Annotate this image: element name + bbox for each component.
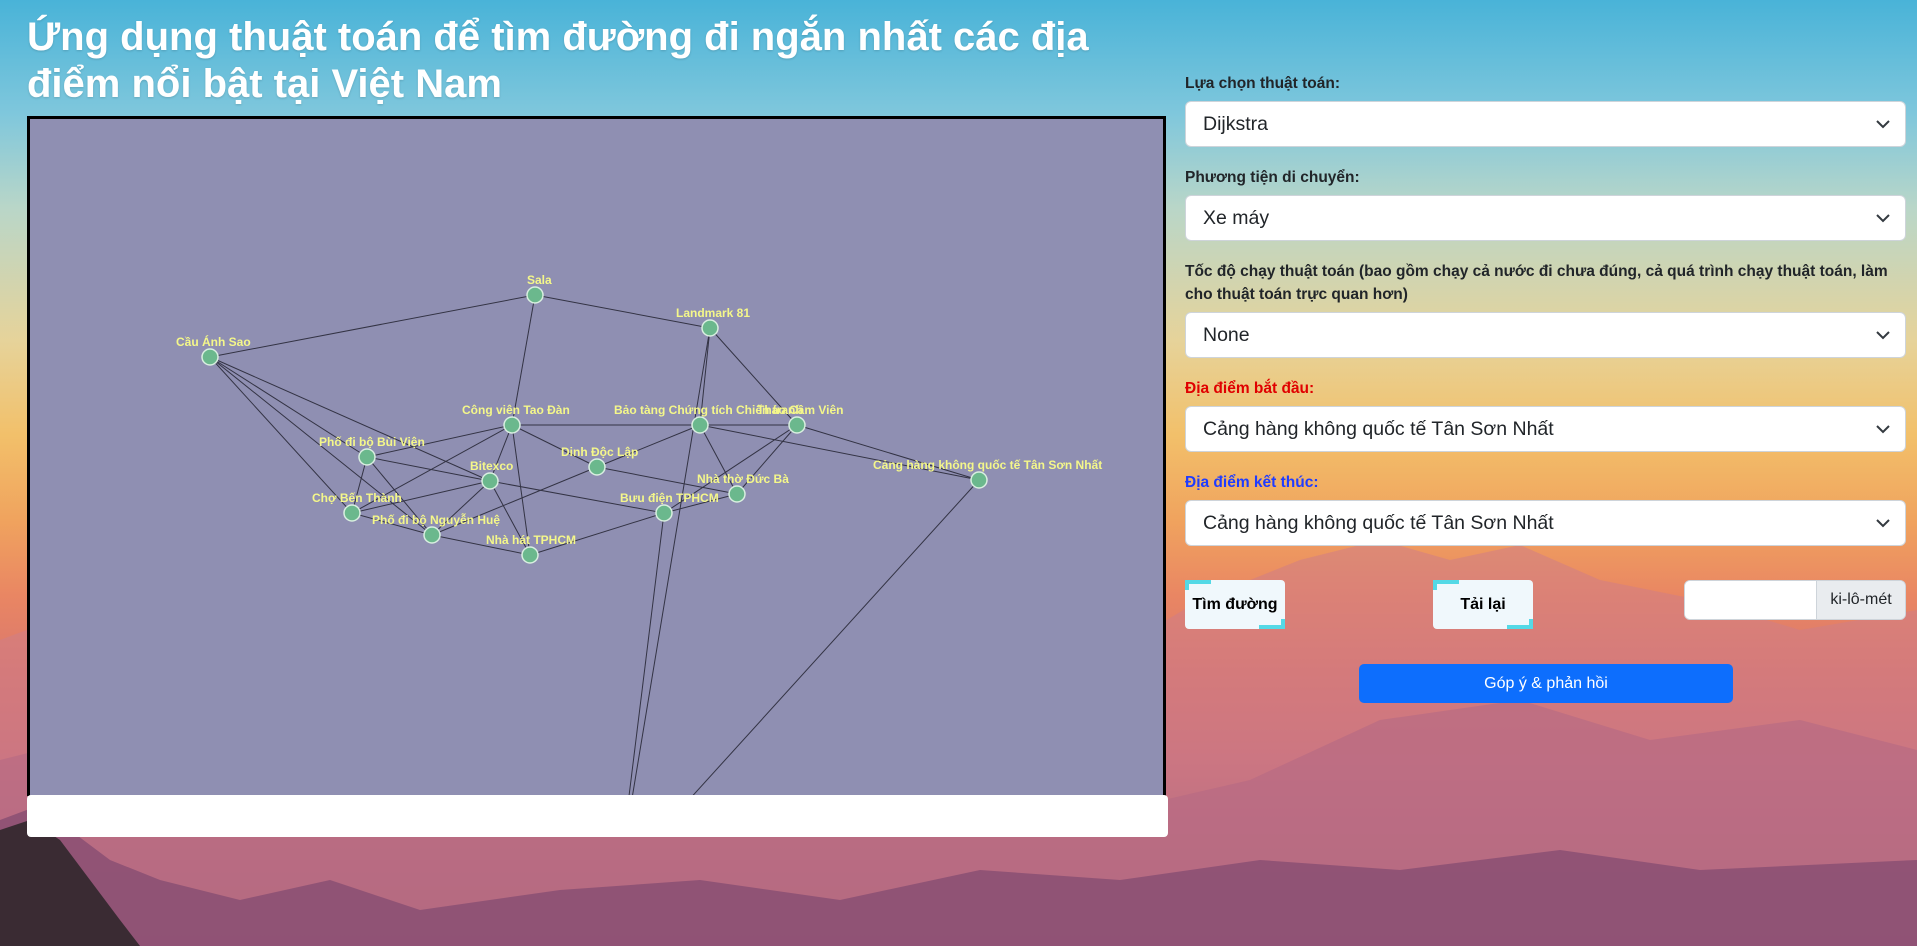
distance-input[interactable] <box>1685 581 1816 619</box>
speed-label: Tốc độ chạy thuật toán (bao gồm chạy cả … <box>1185 263 1888 303</box>
graph-node-circle[interactable] <box>521 546 539 564</box>
action-row: Tìm đường Tải lại ki-lô-mét <box>1185 580 1906 640</box>
speed-value: None <box>1203 323 1250 346</box>
graph-node-circle[interactable] <box>481 472 499 490</box>
start-label: Địa điểm bắt đầu: <box>1185 380 1315 397</box>
distance-group: ki-lô-mét <box>1684 580 1906 620</box>
graph-node-circle[interactable] <box>503 416 521 434</box>
chevron-down-icon <box>1876 120 1890 129</box>
vehicle-select[interactable]: Xe máy <box>1185 195 1906 241</box>
graph-node-landmark[interactable]: Landmark 81 <box>676 306 750 337</box>
graph-node-sala[interactable]: Sala <box>526 273 552 304</box>
graph-node-label: Phố đi bộ Nguyễn Huệ <box>372 512 500 527</box>
graph-node-buivien[interactable]: Phố đi bộ Bùi Viện <box>319 435 425 466</box>
speed-select[interactable]: None <box>1185 312 1906 358</box>
graph-node-circle[interactable] <box>788 416 806 434</box>
graph-node-label: Nhà hát TPHCM <box>486 533 576 547</box>
graph-node-circle[interactable] <box>423 526 441 544</box>
graph-node-label: Landmark 81 <box>676 306 750 320</box>
graph-edge-landmark-suoitien <box>631 327 711 796</box>
graph-svg[interactable]: Sala Landmark 81 Cầu Ánh Sao Công viên Tao … <box>30 119 1163 796</box>
graph-node-circle[interactable] <box>201 348 219 366</box>
graph-node-buudien[interactable]: Bưu điện TPHCM <box>620 491 719 522</box>
page-title: Ứng dụng thuật toán để tìm đường đi ngắn… <box>27 15 1089 106</box>
end-select[interactable]: Cảng hàng không quốc tế Tân Sơn Nhất <box>1185 500 1906 546</box>
vehicle-value: Xe máy <box>1203 206 1270 229</box>
graph-node-circle[interactable] <box>343 504 361 522</box>
graph-edge-caucanhsao-bitexco <box>209 356 491 482</box>
feedback-button[interactable]: Góp ý & phản hồi <box>1359 664 1733 703</box>
graph-node-label: Sala <box>527 273 552 287</box>
end-value: Cảng hàng không quốc tế Tân Sơn Nhất <box>1203 511 1554 534</box>
reload-label: Tải lại <box>1460 595 1506 613</box>
graph-node-thaocamvien[interactable]: Thảo Cầm Viên <box>757 403 843 434</box>
graph-node-circle[interactable] <box>588 458 606 476</box>
graph-node-label: Phố đi bộ Bùi Viện <box>319 435 425 449</box>
end-label: Địa điểm kết thúc: <box>1185 474 1319 491</box>
result-status-bar <box>27 795 1168 837</box>
graph-node-nhahat[interactable]: Nhà hát TPHCM <box>486 533 576 564</box>
graph-node-label: Thảo Cầm Viên <box>757 403 843 417</box>
graph-node-taodan[interactable]: Công viên Tao Đàn <box>462 403 570 434</box>
graph-node-label: Nhà thờ Đức Bà <box>697 472 789 486</box>
chevron-down-icon <box>1876 425 1890 434</box>
graph-canvas[interactable]: Sala Landmark 81 Cầu Ánh Sao Công viên Tao … <box>27 116 1166 796</box>
graph-edge-caucanhsao-sala <box>209 294 536 358</box>
algorithm-value: Dijkstra <box>1203 112 1269 135</box>
graph-node-label: Bưu điện TPHCM <box>620 491 719 505</box>
graph-node-doclap[interactable]: Dinh Độc Lập <box>561 445 638 476</box>
graph-edge-buudien-suoitien <box>628 512 665 796</box>
chevron-down-icon <box>1876 214 1890 223</box>
graph-node-caucanhsao[interactable]: Cầu Ánh Sao <box>176 334 251 366</box>
control-panel: Lựa chọn thuật toán: Dijkstra Phương tiệ… <box>1185 72 1906 703</box>
graph-node-circle[interactable] <box>526 286 544 304</box>
graph-node-tansonnhat[interactable]: Cảng hàng không quốc tế Tân Sơn Nhất <box>873 458 1102 489</box>
find-path-button[interactable]: Tìm đường <box>1185 580 1285 629</box>
reload-button[interactable]: Tải lại <box>1433 580 1533 629</box>
algorithm-label: Lựa chọn thuật toán: <box>1185 75 1341 92</box>
graph-node-label: Cảng hàng không quốc tế Tân Sơn Nhất <box>873 458 1102 472</box>
graph-node-circle[interactable] <box>691 416 709 434</box>
graph-node-label: Cầu Ánh Sao <box>176 334 251 349</box>
graph-node-circle[interactable] <box>970 471 988 489</box>
graph-node-circle[interactable] <box>655 504 673 522</box>
chevron-down-icon <box>1876 519 1890 528</box>
graph-node-label: Dinh Độc Lập <box>561 445 638 459</box>
graph-node-label: Chợ Bến Thành <box>312 491 402 505</box>
distance-unit: ki-lô-mét <box>1816 581 1905 619</box>
graph-node-nguyenhue[interactable]: Phố đi bộ Nguyễn Huệ <box>372 512 500 544</box>
graph-node-circle[interactable] <box>358 448 376 466</box>
graph-node-label: Bitexco <box>470 459 513 473</box>
graph-node-label: Công viên Tao Đàn <box>462 403 570 417</box>
vehicle-label: Phương tiện di chuyển: <box>1185 169 1360 186</box>
start-value: Cảng hàng không quốc tế Tân Sơn Nhất <box>1203 417 1554 440</box>
graph-edge-tansonnhat-suoitien <box>691 479 980 796</box>
start-select[interactable]: Cảng hàng không quốc tế Tân Sơn Nhất <box>1185 406 1906 452</box>
graph-node-circle[interactable] <box>728 485 746 503</box>
algorithm-select[interactable]: Dijkstra <box>1185 101 1906 147</box>
graph-node-circle[interactable] <box>701 319 719 337</box>
find-path-label: Tìm đường <box>1192 595 1278 613</box>
chevron-down-icon <box>1876 331 1890 340</box>
